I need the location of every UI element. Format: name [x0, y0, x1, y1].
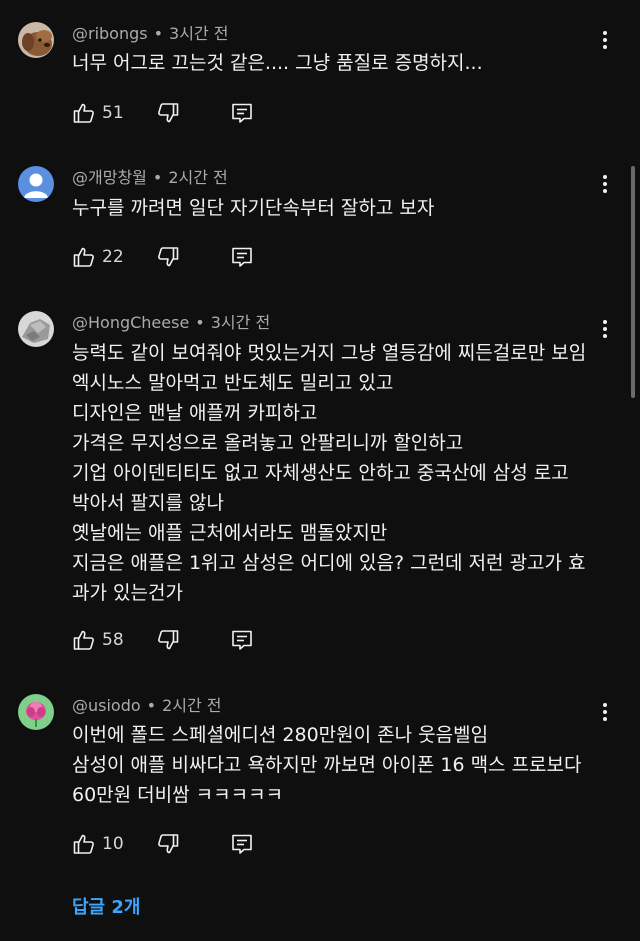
comment-text: 누구를 까려면 일단 자기단속부터 잘하고 보자 [72, 193, 600, 223]
comment-username[interactable]: @HongCheese [72, 313, 189, 332]
comment-username[interactable]: @개망창월 [72, 168, 147, 187]
comment-line: 박아서 팔지를 않나 [72, 492, 224, 514]
view-replies-button[interactable]: 답글 2개 [72, 895, 140, 921]
reply-icon[interactable] [230, 245, 254, 269]
comment-line: 옛날에는 애플 근처에서라도 맴돌았지만 [72, 522, 388, 544]
comment-line: 가격은 무지성으로 올려놓고 안팔리니까 할인하고 [72, 432, 464, 454]
comment-line: 누구를 까려면 일단 자기단속부터 잘하고 보자 [72, 197, 435, 219]
comment-line: 지금은 애플은 1위고 삼성은 어디에 있음? 그런데 저런 광고가 효 [72, 552, 586, 574]
gray-photo-avatar[interactable] [18, 311, 54, 347]
comment-meta: @ribongs • 3시간 전 [72, 23, 228, 45]
like-icon[interactable] [72, 832, 96, 856]
comment-text: 이번에 폴드 스페셜에디션 280만원이 존나 웃음벨임 삼성이 애플 비싸다고… [72, 720, 600, 810]
reply-icon[interactable] [230, 101, 254, 125]
comment-meta: @HongCheese • 3시간 전 [72, 312, 270, 334]
dog-photo-avatar[interactable] [18, 22, 54, 58]
more-options-icon[interactable] [593, 28, 617, 52]
reply-icon[interactable] [230, 832, 254, 856]
scrollbar-thumb[interactable] [631, 166, 635, 398]
dislike-icon[interactable] [156, 101, 180, 125]
dislike-icon[interactable] [156, 832, 180, 856]
dislike-icon[interactable] [156, 628, 180, 652]
time-separator: • [152, 168, 163, 187]
comment-line: 능력도 같이 보여줘야 멋있는거지 그냥 열등감에 찌든걸로만 보임 [72, 342, 587, 364]
comment-text: 너무 어그로 끄는것 같은.... 그냥 품질로 증명하지... [72, 48, 600, 78]
more-options-icon[interactable] [593, 172, 617, 196]
time-separator: • [195, 313, 205, 332]
comment-time[interactable]: 3시간 전 [211, 313, 270, 332]
like-count: 10 [102, 834, 124, 854]
like-count: 51 [102, 103, 124, 123]
comment-meta: @개망창월 • 2시간 전 [72, 167, 228, 189]
comment-text: 능력도 같이 보여줘야 멋있는거지 그냥 열등감에 찌든걸로만 보임 엑시노스 … [72, 338, 600, 608]
comment-time[interactable]: 2시간 전 [168, 168, 227, 187]
comment-line: 과가 있는건가 [72, 582, 183, 604]
dislike-icon[interactable] [156, 245, 180, 269]
comment-line: 60만원 더비쌈 ㅋㅋㅋㅋㅋ [72, 784, 284, 806]
comment-time[interactable]: 2시간 전 [162, 696, 221, 715]
comment-username[interactable]: @ribongs [72, 24, 148, 43]
like-icon[interactable] [72, 628, 96, 652]
comment-meta: @usiodo • 2시간 전 [72, 695, 222, 717]
comment-time[interactable]: 3시간 전 [169, 24, 228, 43]
default-person-avatar[interactable] [18, 166, 54, 202]
time-separator: • [153, 24, 164, 43]
comment-line: 디자인은 맨날 애플꺼 카피하고 [72, 402, 318, 424]
comment-line: 삼성이 애플 비싸다고 욕하지만 까보면 아이폰 16 맥스 프로보다 [72, 754, 582, 776]
time-separator: • [146, 696, 157, 715]
pink-flower-avatar[interactable] [18, 694, 54, 730]
comment-line: 이번에 폴드 스페셜에디션 280만원이 존나 웃음벨임 [72, 724, 489, 746]
comment-line: 엑시노스 말아먹고 반도체도 밀리고 있고 [72, 372, 394, 394]
like-icon[interactable] [72, 101, 96, 125]
comment-line: 너무 어그로 끄는것 같은.... 그냥 품질로 증명하지... [72, 52, 483, 74]
like-count: 58 [102, 630, 124, 650]
comment-line: 기업 아이덴티티도 없고 자체생산도 안하고 중국산에 삼성 로고 [72, 462, 569, 484]
comment-username[interactable]: @usiodo [72, 696, 141, 715]
reply-icon[interactable] [230, 628, 254, 652]
more-options-icon[interactable] [593, 317, 617, 341]
more-options-icon[interactable] [593, 700, 617, 724]
like-icon[interactable] [72, 245, 96, 269]
like-count: 22 [102, 247, 124, 267]
